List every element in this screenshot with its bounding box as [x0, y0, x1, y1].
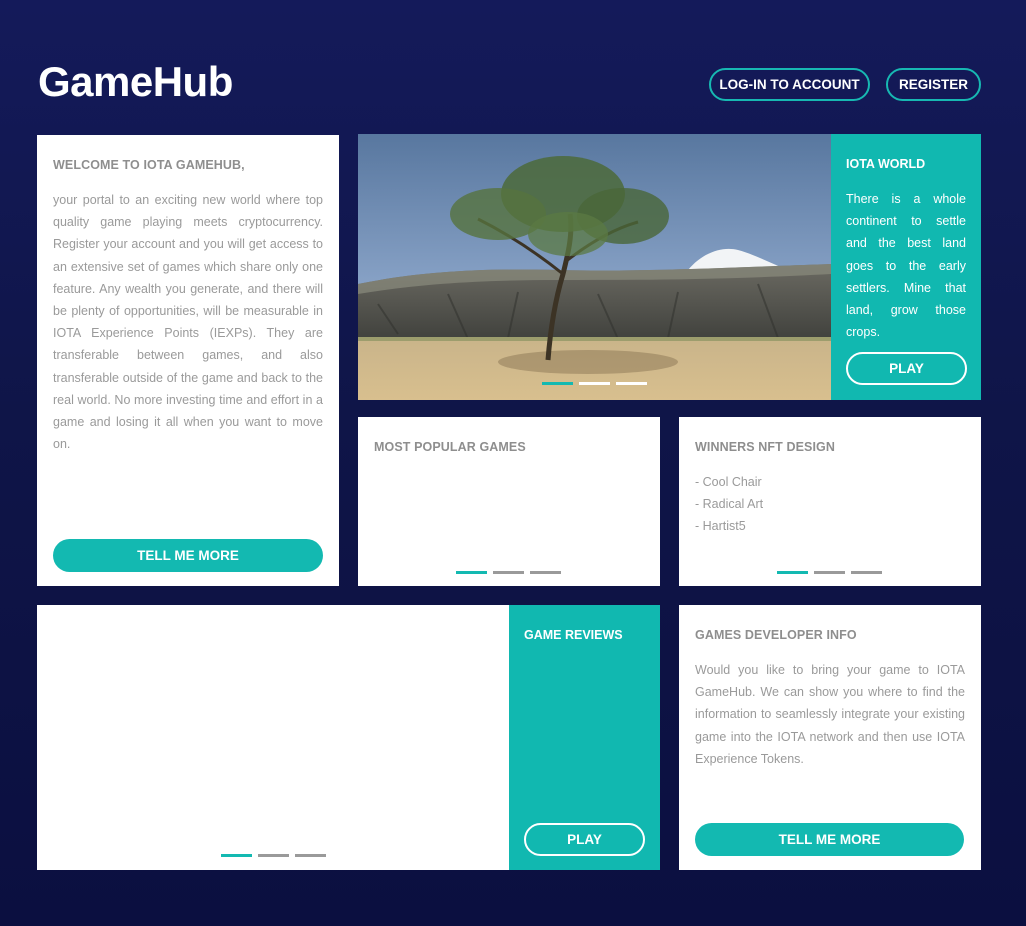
carousel-dot-3[interactable] [530, 571, 561, 574]
iota-world-panel: IOTA WORLD There is a whole continent to… [831, 134, 981, 400]
games-developer-info-card: GAMES DEVELOPER INFO Would you like to b… [679, 605, 981, 870]
site-logo[interactable]: GameHub [38, 58, 233, 106]
list-item: - Radical Art [695, 497, 764, 512]
games-developer-info-text: Would you like to bring your game to IOT… [695, 663, 965, 766]
game-reviews-play-button[interactable]: PLAY [524, 823, 645, 856]
carousel-dot-2[interactable] [814, 571, 845, 574]
most-popular-games-card: MOST POPULAR GAMES [358, 417, 660, 586]
winners-list: - Cool Chair - Radical Art - Hartist5 [695, 471, 763, 538]
landscape-scene [358, 134, 831, 400]
carousel-dot-1[interactable] [542, 382, 573, 385]
games-developer-info-title: GAMES DEVELOPER INFO [695, 628, 857, 642]
game-reviews-title: GAME REVIEWS [524, 628, 623, 642]
register-button[interactable]: REGISTER [886, 68, 981, 101]
welcome-card: WELCOME TO IOTA GAMEHUB, your portal to … [37, 135, 339, 586]
iota-world-title: IOTA WORLD [846, 157, 926, 171]
game-reviews-card: GAME REVIEWS PLAY [37, 605, 660, 870]
reviews-carousel-indicators [221, 854, 326, 857]
carousel-dot-3[interactable] [616, 382, 647, 385]
winners-carousel-indicators [777, 571, 882, 574]
carousel-dot-2[interactable] [493, 571, 524, 574]
iota-world-carousel: IOTA WORLD There is a whole continent to… [358, 134, 981, 400]
carousel-dot-1[interactable] [456, 571, 487, 574]
hero-carousel-indicators [542, 382, 647, 385]
most-popular-games-title: MOST POPULAR GAMES [374, 440, 526, 454]
welcome-text: your portal to an exciting new world whe… [53, 193, 323, 452]
tell-me-more-button[interactable]: TELL ME MORE [53, 539, 323, 572]
carousel-dot-1[interactable] [221, 854, 252, 857]
iota-world-text: There is a whole continent to settle and… [846, 192, 966, 340]
carousel-dot-3[interactable] [851, 571, 882, 574]
developer-tell-me-more-button[interactable]: TELL ME MORE [695, 823, 964, 856]
welcome-title: WELCOME TO IOTA GAMEHUB, [53, 158, 245, 172]
carousel-dot-2[interactable] [258, 854, 289, 857]
game-reviews-panel: GAME REVIEWS PLAY [509, 605, 660, 870]
winners-nft-design-title: WINNERS NFT DESIGN [695, 440, 835, 454]
carousel-dot-1[interactable] [777, 571, 808, 574]
carousel-dot-3[interactable] [295, 854, 326, 857]
iota-world-play-button[interactable]: PLAY [846, 352, 967, 385]
carousel-dot-2[interactable] [579, 382, 610, 385]
login-button[interactable]: LOG-IN TO ACCOUNT [709, 68, 870, 101]
winners-nft-design-card: WINNERS NFT DESIGN - Cool Chair - Radica… [679, 417, 981, 586]
list-item: - Cool Chair [695, 475, 762, 489]
popular-carousel-indicators [456, 571, 561, 574]
landscape-tree-illustration [358, 134, 831, 400]
list-item: - Hartist5 [695, 519, 746, 534]
